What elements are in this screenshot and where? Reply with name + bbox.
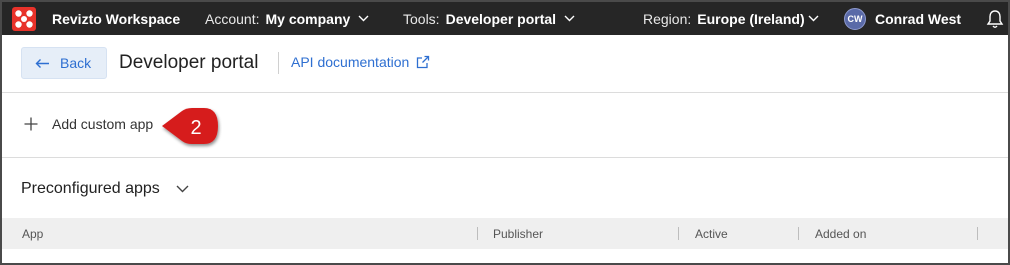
callout-number: 2 bbox=[190, 117, 201, 139]
chevron-down-icon bbox=[564, 15, 575, 22]
region-selector[interactable]: Region: Europe (Ireland) bbox=[643, 2, 819, 35]
add-custom-app-button[interactable]: Add custom app bbox=[24, 116, 153, 132]
chevron-down-icon bbox=[176, 185, 189, 193]
page-title: Developer portal bbox=[119, 52, 259, 73]
user-menu[interactable]: CW Conrad West bbox=[844, 2, 961, 35]
step-callout-badge: 2 bbox=[160, 106, 222, 155]
tools-label: Tools: bbox=[403, 10, 440, 27]
divider bbox=[2, 92, 1008, 93]
external-link-icon bbox=[417, 55, 430, 69]
arrow-left-icon bbox=[35, 58, 49, 68]
chevron-down-icon bbox=[358, 15, 369, 22]
preconfigured-apps-toggle[interactable]: Preconfigured apps bbox=[21, 180, 189, 198]
account-selector[interactable]: Account: My company bbox=[205, 2, 369, 35]
section-title: Preconfigured apps bbox=[21, 180, 160, 197]
column-header-app[interactable]: App bbox=[22, 218, 43, 249]
top-bar: Revizto Workspace Account: My company To… bbox=[2, 2, 1008, 35]
account-value: My company bbox=[265, 10, 351, 27]
column-resize-handle[interactable] bbox=[798, 227, 799, 240]
table-header: App Publisher Active Added on bbox=[2, 218, 1008, 249]
back-button[interactable]: Back bbox=[21, 47, 107, 79]
tools-selector[interactable]: Tools: Developer portal bbox=[403, 2, 575, 35]
app-window: Revizto Workspace Account: My company To… bbox=[0, 0, 1010, 265]
api-documentation-link[interactable]: API documentation bbox=[291, 54, 430, 70]
bell-icon[interactable] bbox=[986, 9, 1004, 32]
region-value: Europe (Ireland) bbox=[697, 10, 805, 27]
region-label: Region: bbox=[643, 10, 692, 27]
chevron-down-icon bbox=[808, 15, 819, 22]
column-resize-handle[interactable] bbox=[477, 227, 478, 240]
plus-icon bbox=[24, 117, 38, 131]
column-resize-handle[interactable] bbox=[678, 227, 679, 240]
user-name: Conrad West bbox=[875, 10, 962, 27]
divider bbox=[278, 52, 279, 74]
avatar: CW bbox=[844, 7, 866, 30]
revizto-logo-icon[interactable] bbox=[12, 7, 36, 31]
tools-value: Developer portal bbox=[445, 10, 557, 27]
api-documentation-label: API documentation bbox=[291, 54, 410, 70]
back-button-label: Back bbox=[60, 55, 92, 71]
account-label: Account: bbox=[205, 10, 260, 27]
brand-name: Revizto Workspace bbox=[52, 10, 181, 27]
column-header-added-on[interactable]: Added on bbox=[815, 218, 866, 249]
column-header-active[interactable]: Active bbox=[695, 218, 728, 249]
add-custom-app-label: Add custom app bbox=[52, 116, 154, 132]
divider bbox=[2, 157, 1008, 158]
column-resize-handle[interactable] bbox=[977, 227, 978, 240]
column-header-publisher[interactable]: Publisher bbox=[493, 218, 543, 249]
